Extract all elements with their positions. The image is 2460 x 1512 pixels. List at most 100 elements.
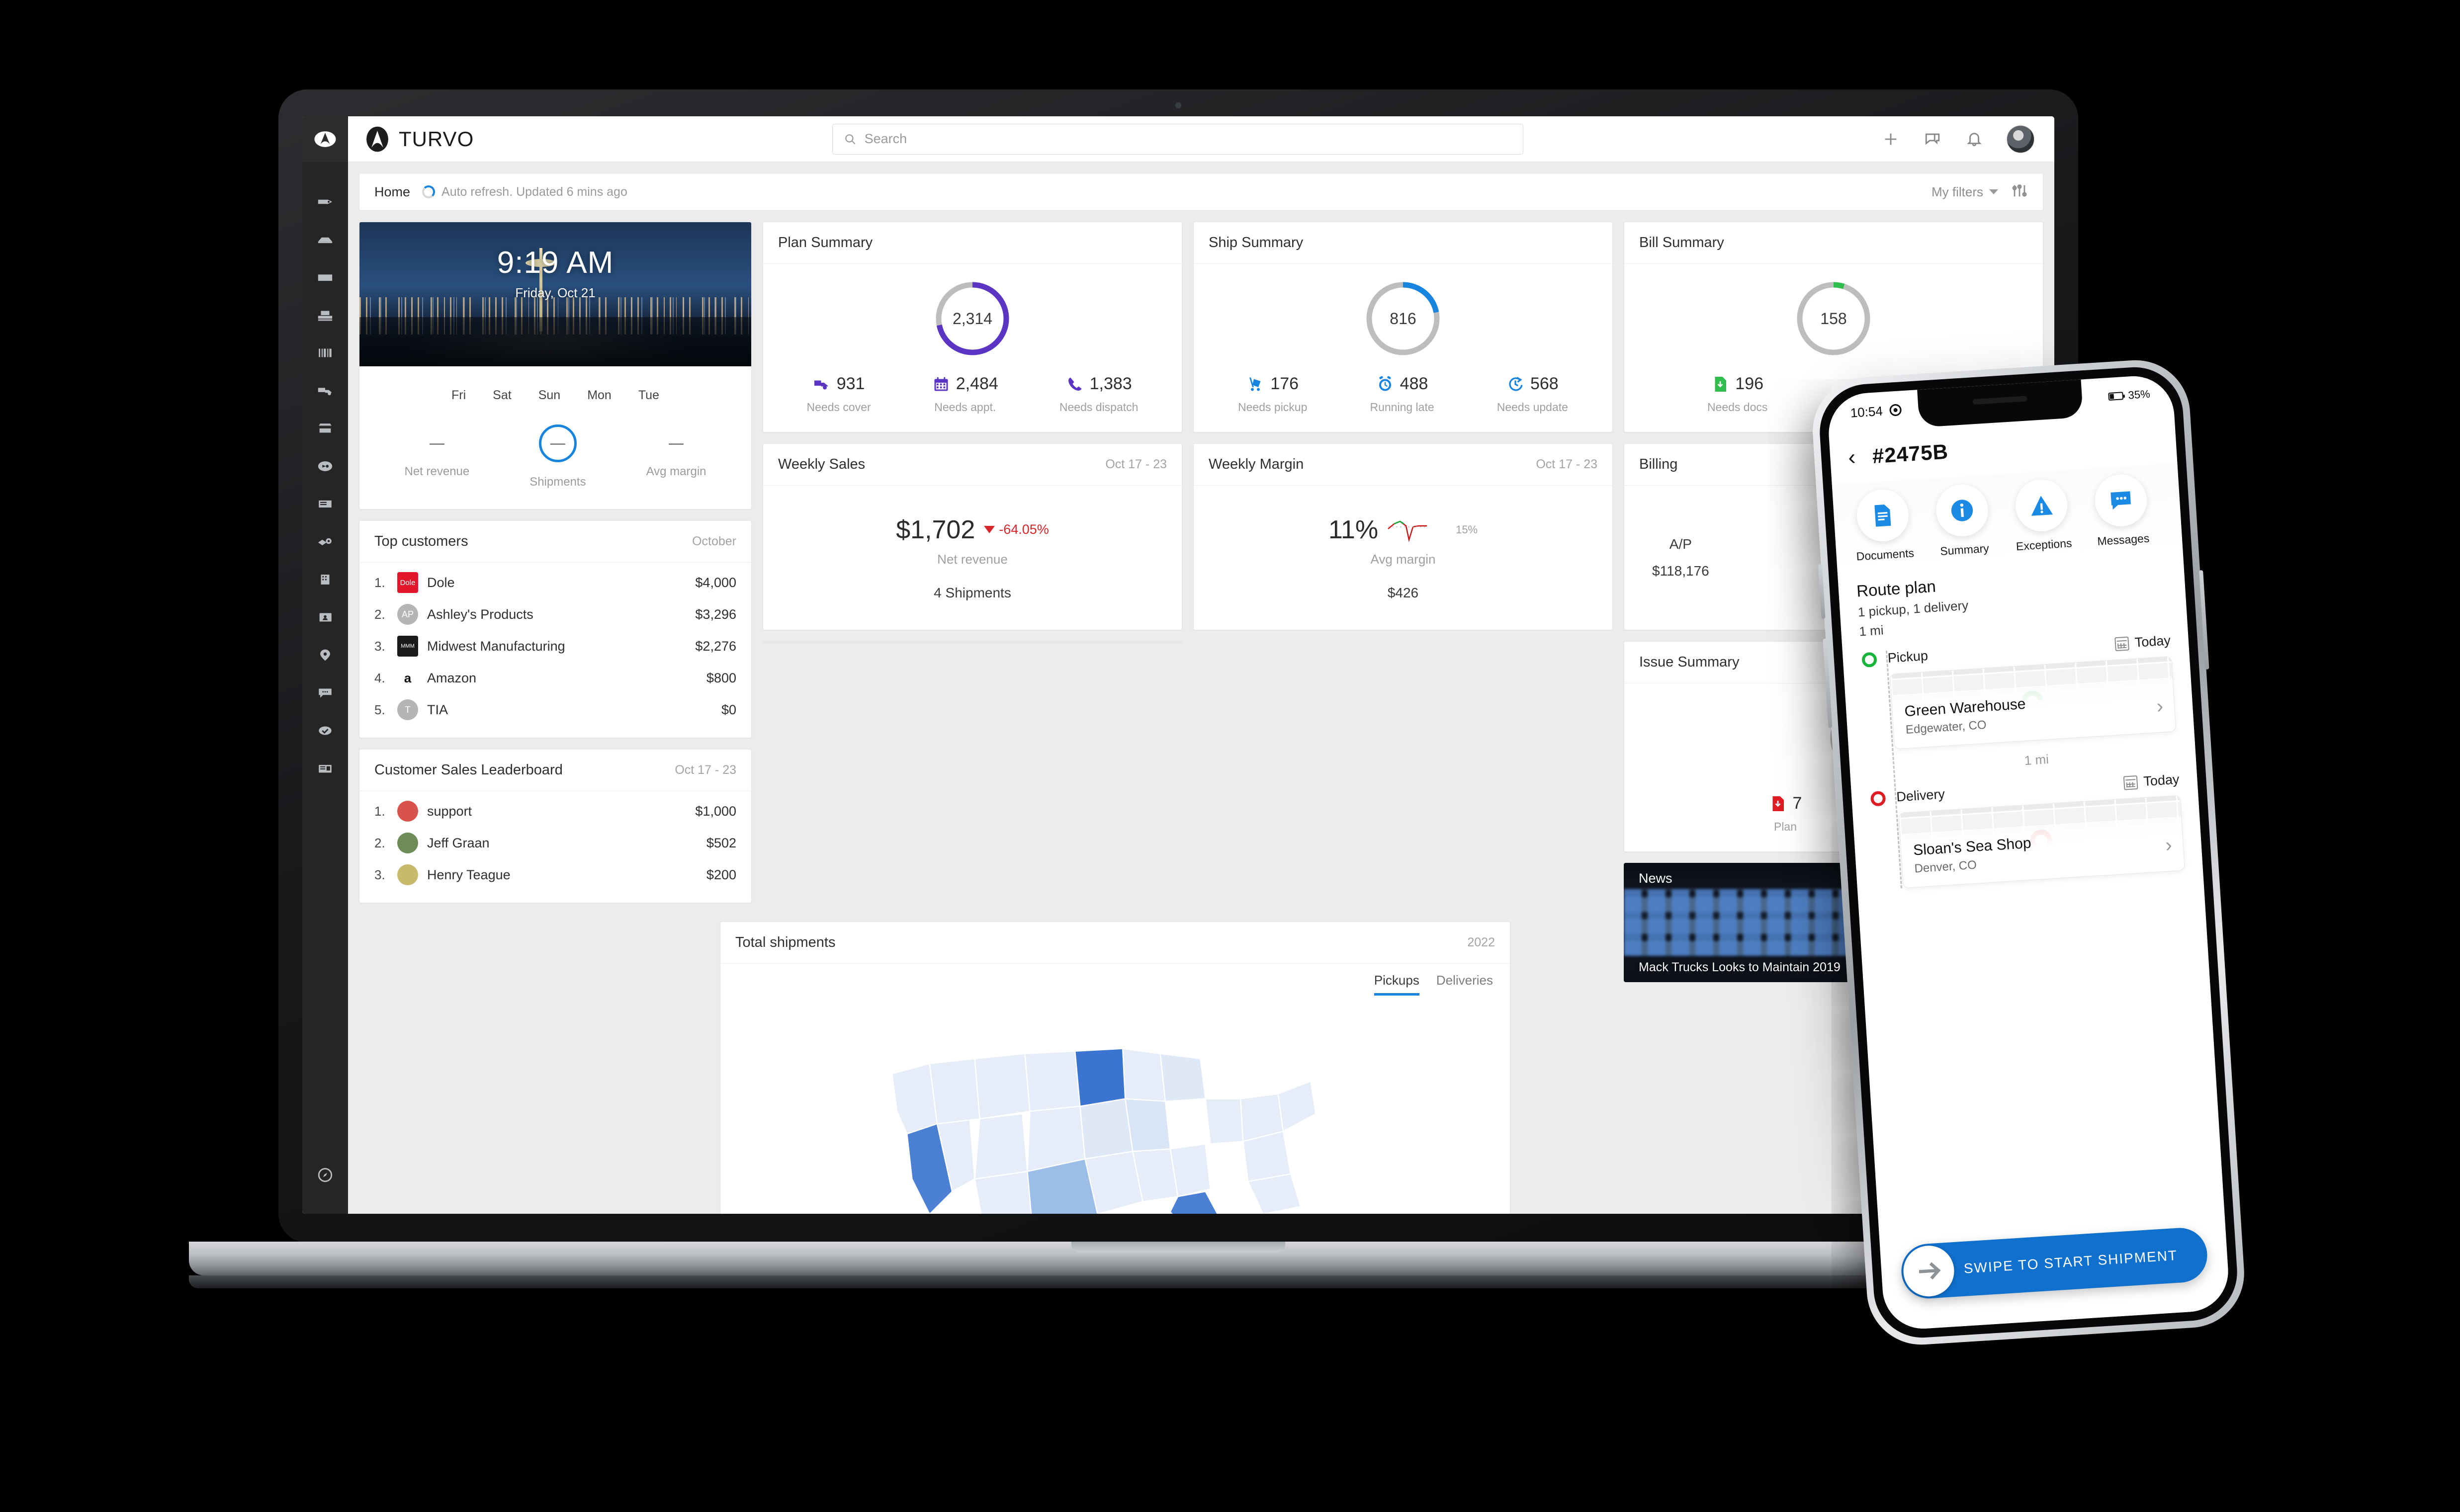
chat-icon[interactable] xyxy=(1923,130,1942,149)
tab-documents[interactable]: Documents xyxy=(1844,487,1924,564)
sidebar-item-settings[interactable] xyxy=(302,1156,348,1194)
person-value: $1,000 xyxy=(695,803,736,819)
list-item[interactable]: 3. Henry Teague $200 xyxy=(374,859,736,891)
card-year: 2022 xyxy=(1467,935,1495,949)
sidebar-item-pallets[interactable] xyxy=(302,296,348,334)
list-item[interactable]: 4. a Amazon $800 xyxy=(374,662,736,694)
power-button[interactable] xyxy=(2199,570,2209,670)
battery-percent: 35% xyxy=(2127,387,2151,402)
metric-needs-update[interactable]: 568 Needs update xyxy=(1497,374,1568,414)
card-title: Weekly Margin xyxy=(1209,456,1304,472)
list-item[interactable]: 1. Dole Dole $4,000 xyxy=(374,567,736,598)
metric-plan-issues[interactable]: 7 Plan xyxy=(1769,794,1802,834)
my-filters-dropdown[interactable]: My filters xyxy=(1932,184,1998,200)
list-item[interactable]: 2. AP Ashley's Products $3,296 xyxy=(374,598,736,630)
metric-needs-appt[interactable]: 2,484 Needs appt. xyxy=(932,374,998,414)
doc-alert-icon xyxy=(1772,796,1784,811)
chevron-right-icon[interactable]: › xyxy=(2165,834,2173,857)
sidebar-item-reports[interactable] xyxy=(302,750,348,787)
swipe-to-start-button[interactable]: SWIPE TO START SHIPMENT xyxy=(1900,1226,2209,1300)
rank: 2. xyxy=(374,606,385,622)
list-item[interactable]: 2. Jeff Graan $502 xyxy=(374,827,736,859)
tab-exceptions[interactable]: Exceptions xyxy=(2002,477,2082,554)
metric-needs-pickup[interactable]: 176 Needs pickup xyxy=(1238,374,1307,414)
sidebar-logo[interactable] xyxy=(302,116,348,162)
pickup-stop-card[interactable]: Green Warehouse Edgewater, CO › xyxy=(1889,656,2177,750)
tab-label: Summary xyxy=(1939,541,1990,558)
sliders-icon[interactable] xyxy=(2011,182,2028,202)
customer-value: $4,000 xyxy=(695,575,736,590)
tab-summary[interactable]: Summary xyxy=(1923,482,2003,559)
card-title: Bill Summary xyxy=(1639,235,1724,251)
day-label: Tue xyxy=(638,388,659,402)
breadcrumb-home[interactable]: Home xyxy=(374,184,410,200)
tab-messages[interactable]: Messages xyxy=(2082,472,2162,549)
amazon-logo: a xyxy=(397,668,418,688)
list-item[interactable]: 1. support $1,000 xyxy=(374,795,736,827)
avatar xyxy=(397,801,418,822)
customer-name: Amazon xyxy=(427,670,477,685)
delivery-stop-card[interactable]: Sloan's Sea Shop Denver, CO › xyxy=(1898,795,2185,888)
sidebar-item-contacts[interactable] xyxy=(302,598,348,636)
metric-running-late[interactable]: 488 Running late xyxy=(1370,374,1434,414)
sidebar-item-loads[interactable] xyxy=(302,258,348,296)
metric-needs-dispatch[interactable]: 1,383 Needs dispatch xyxy=(1059,374,1139,414)
card-range: Oct 17 - 23 xyxy=(1105,457,1167,471)
sidebar-item-shipments[interactable] xyxy=(302,221,348,258)
day-label: Fri xyxy=(451,388,466,402)
clock-date: Friday, Oct 21 xyxy=(515,285,596,300)
tab-deliveries[interactable]: Deliveries xyxy=(1436,973,1493,996)
list-item[interactable]: 3. MMM Midwest Manufacturing $2,276 xyxy=(374,630,736,662)
news-label: News xyxy=(1639,871,1672,886)
delta-value: -64.05% xyxy=(999,522,1049,537)
calendar-icon xyxy=(2123,775,2138,790)
card-title: Customer Sales Leaderboard xyxy=(374,762,563,778)
bell-icon[interactable] xyxy=(1965,130,1984,149)
search-input[interactable]: Search xyxy=(832,123,1523,155)
avatar[interactable] xyxy=(2007,125,2034,153)
breadcrumb: Home Auto refresh. Updated 6 mins ago My… xyxy=(359,173,2043,211)
plan-summary-card: Plan Summary 2,314 931 Needs cover 2,484… xyxy=(763,222,1182,432)
chevron-down-icon xyxy=(1989,189,1998,194)
plan-metrics: 931 Needs cover 2,484 Needs appt. 1,383 … xyxy=(776,374,1169,414)
sidebar-item-barcode[interactable] xyxy=(302,334,348,372)
rank: 3. xyxy=(374,638,385,654)
sidebar-item-marketplace[interactable] xyxy=(302,410,348,447)
sidebar-item-routes[interactable] xyxy=(302,523,348,561)
margin-sparkline xyxy=(1388,520,1427,542)
battery-icon xyxy=(2108,392,2124,401)
chevron-left-icon[interactable]: ‹ xyxy=(1847,445,1856,470)
refresh-spinner-icon xyxy=(422,185,436,198)
list-item[interactable]: 5. T TIA $0 xyxy=(374,694,736,726)
sidebar-item-trucks[interactable] xyxy=(302,372,348,410)
us-choropleth-map[interactable] xyxy=(720,1004,1510,1214)
sidebar-item-locations[interactable] xyxy=(302,636,348,674)
turvo-logo-icon xyxy=(366,126,388,152)
customer-value: $800 xyxy=(706,670,736,685)
card-range: Oct 17 - 23 xyxy=(1536,457,1597,471)
metric-needs-docs[interactable]: 196 Needs docs xyxy=(1707,374,1767,414)
my-filters-label: My filters xyxy=(1932,184,1983,199)
sidebar-item-messages[interactable] xyxy=(302,674,348,712)
metric-needs-cover[interactable]: 931 Needs cover xyxy=(807,374,871,414)
metric-label: Needs appt. xyxy=(934,401,996,414)
dashboard-content: Home Auto refresh. Updated 6 mins ago My… xyxy=(348,162,2054,1214)
sidebar-item-orders[interactable] xyxy=(302,485,348,523)
swipe-knob[interactable] xyxy=(1902,1244,1956,1298)
tab-pickups[interactable]: Pickups xyxy=(1374,973,1419,996)
sidebar-item-network[interactable] xyxy=(302,447,348,485)
search-placeholder: Search xyxy=(864,131,907,146)
calendar-icon xyxy=(2114,636,2129,651)
sidebar-item-tags[interactable] xyxy=(302,183,348,221)
plan-donut: 2,314 xyxy=(933,279,1012,358)
person-name: Henry Teague xyxy=(427,867,511,882)
chevron-right-icon[interactable]: › xyxy=(2156,695,2164,718)
sidebar-item-accounts[interactable] xyxy=(302,561,348,598)
location-icon xyxy=(1889,404,1902,417)
shipments-circle: — xyxy=(538,424,577,462)
plus-icon[interactable] xyxy=(1881,130,1900,149)
left-sidebar xyxy=(302,116,348,1214)
brand[interactable]: TURVO xyxy=(364,126,474,153)
sidebar-item-tasks[interactable] xyxy=(302,712,348,750)
shipment-id-title: #2475B xyxy=(1871,439,1949,468)
